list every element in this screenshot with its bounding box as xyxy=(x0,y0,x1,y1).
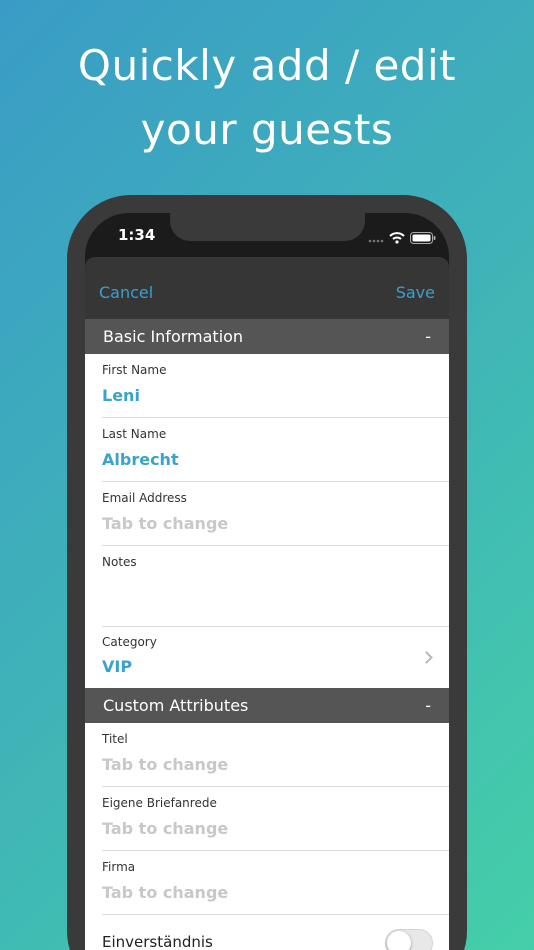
field-label: Titel xyxy=(102,732,128,746)
collapse-toggle[interactable]: - xyxy=(425,327,431,346)
titel-placeholder[interactable]: Tab to change xyxy=(102,755,228,774)
briefanrede-placeholder[interactable]: Tab to change xyxy=(102,819,228,838)
category-value[interactable]: VIP xyxy=(102,657,132,676)
chevron-right-icon xyxy=(420,651,433,664)
first-name-field[interactable]: First Name Leni xyxy=(102,354,449,418)
field-label: Email Address xyxy=(102,491,187,505)
field-label: First Name xyxy=(102,363,167,377)
last-name-value[interactable]: Albrecht xyxy=(102,450,179,469)
field-label: Firma xyxy=(102,860,136,874)
category-field[interactable]: Category VIP xyxy=(102,627,449,688)
field-label: Last Name xyxy=(102,427,167,441)
firma-field[interactable]: Firma Tab to change xyxy=(102,851,449,915)
battery-icon xyxy=(410,229,436,248)
titel-field[interactable]: Titel Tab to change xyxy=(102,723,449,787)
toggle-knob xyxy=(387,931,411,950)
save-button[interactable]: Save xyxy=(396,283,435,302)
headline-line-2: your guests xyxy=(140,105,394,154)
toggle-label: Einverständnis xyxy=(102,933,213,950)
nav-bar: Cancel Save xyxy=(85,257,449,319)
promo-headline: Quickly add / edit your guests xyxy=(0,34,534,162)
wifi-icon xyxy=(389,229,405,248)
collapse-toggle[interactable]: - xyxy=(425,696,431,715)
email-placeholder[interactable]: Tab to change xyxy=(102,514,228,533)
section-header-basic-information[interactable]: Basic Information - xyxy=(85,319,449,354)
field-label: Eigene Briefanrede xyxy=(102,796,217,810)
last-name-field[interactable]: Last Name Albrecht xyxy=(102,418,449,482)
status-icons xyxy=(368,229,436,248)
briefanrede-field[interactable]: Eigene Briefanrede Tab to change xyxy=(102,787,449,851)
custom-attributes-list: Titel Tab to change Eigene Briefanrede T… xyxy=(85,723,449,950)
einverstaendnis-toggle[interactable] xyxy=(385,929,433,950)
section-title: Custom Attributes xyxy=(103,696,249,715)
edit-guest-sheet: Cancel Save Basic Information - First Na… xyxy=(85,257,449,950)
section-title: Basic Information xyxy=(103,327,244,346)
email-field[interactable]: Email Address Tab to change xyxy=(102,482,449,546)
headline-line-1: Quickly add / edit xyxy=(77,41,457,90)
field-label: Notes xyxy=(102,555,137,569)
cancel-button[interactable]: Cancel xyxy=(99,283,153,302)
phone-notch xyxy=(170,213,365,241)
status-time: 1:34 xyxy=(118,226,156,244)
section-header-custom-attributes[interactable]: Custom Attributes - xyxy=(85,688,449,723)
field-label: Category xyxy=(102,635,157,649)
basic-information-list: First Name Leni Last Name Albrecht Email… xyxy=(85,354,449,688)
einverstaendnis-row: Einverständnis xyxy=(102,915,449,950)
firma-placeholder[interactable]: Tab to change xyxy=(102,883,228,902)
notes-field[interactable]: Notes xyxy=(102,546,449,627)
signal-icon xyxy=(368,229,384,248)
first-name-value[interactable]: Leni xyxy=(102,386,140,405)
